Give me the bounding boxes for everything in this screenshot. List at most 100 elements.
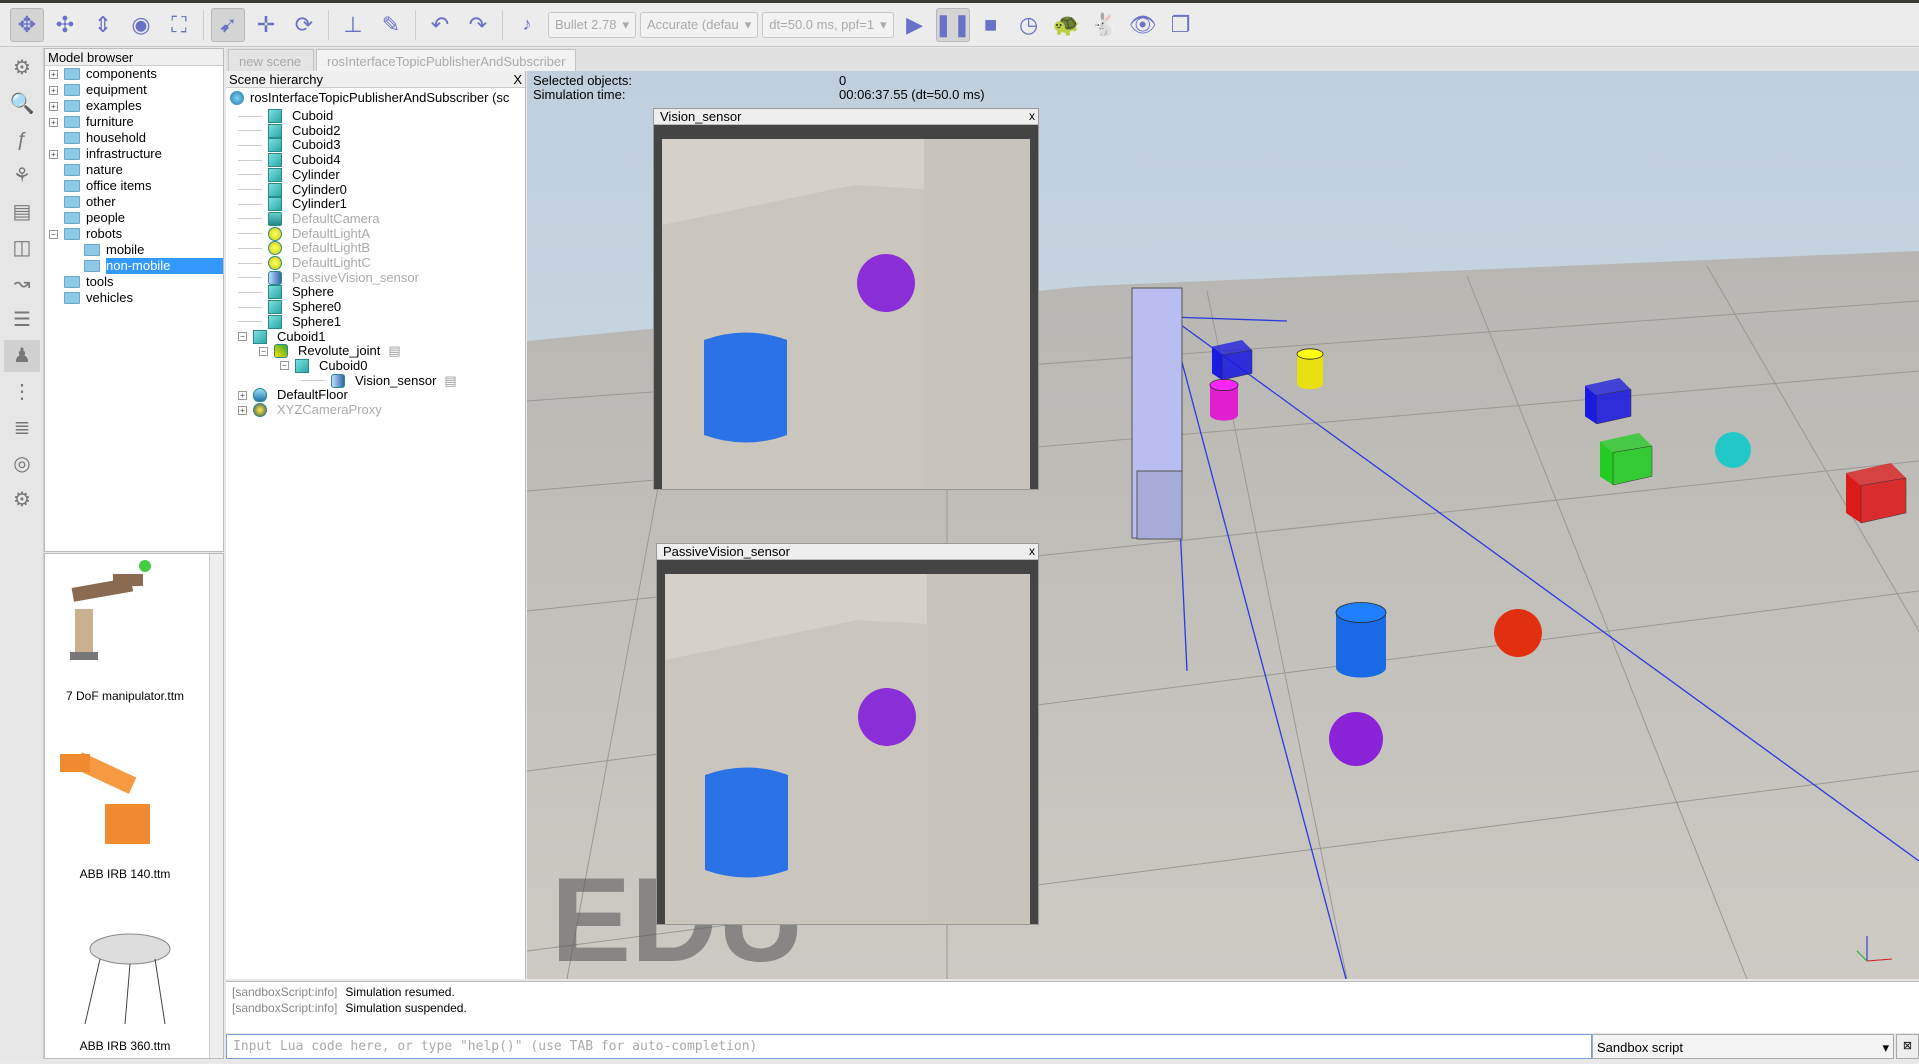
clear-console-button[interactable]: ⊠ <box>1896 1034 1919 1059</box>
camera-rotate-icon[interactable]: ✣ <box>48 8 82 42</box>
model-folder[interactable]: people <box>45 210 223 226</box>
user-settings-icon[interactable]: ⚙ <box>4 484 40 516</box>
fit-to-view-icon[interactable]: ⛶ <box>162 8 196 42</box>
blue-cylinder <box>705 767 788 878</box>
expander-icon[interactable]: + <box>238 405 247 415</box>
expander-icon[interactable]: + <box>238 390 247 400</box>
camera-shift-icon[interactable]: ⇕ <box>86 8 120 42</box>
script-select[interactable]: Sandbox script ▾ <box>1592 1034 1894 1059</box>
expander-icon[interactable]: − <box>238 332 247 341</box>
close-icon[interactable]: x <box>1029 544 1035 559</box>
shapes-icon[interactable]: ◫ <box>4 232 40 264</box>
model-folder[interactable]: + components <box>45 66 223 82</box>
blue-cylinder <box>1335 602 1387 678</box>
camera-angle-icon[interactable]: ◉ <box>124 8 158 42</box>
model-thumb-label: ABB IRB 360.ttm <box>79 1039 171 1053</box>
calculation-modules-icon[interactable]: ƒ <box>4 124 40 156</box>
accuracy-select[interactable]: Accurate (defau ▾ <box>639 11 759 38</box>
model-thumb-label: ABB IRB 140.ttm <box>79 867 171 881</box>
expander-icon[interactable]: − <box>49 229 58 239</box>
model-folder[interactable]: vehicles <box>45 290 223 306</box>
zoom-icon[interactable]: 🔍 <box>4 88 40 120</box>
collections-icon[interactable]: ⚘ <box>4 160 40 192</box>
model-folder[interactable]: + infrastructure <box>45 146 223 162</box>
close-icon[interactable]: X <box>513 71 522 88</box>
object-shift-icon[interactable]: ✛ <box>249 8 283 42</box>
passive-sensor-title-bar[interactable]: PassiveVision_sensor x <box>657 544 1038 560</box>
object-rotate-icon[interactable]: ⟳ <box>287 8 321 42</box>
undo-icon[interactable]: ↶ <box>423 8 457 42</box>
expander-icon[interactable]: − <box>259 346 268 356</box>
expander-icon[interactable]: + <box>49 69 58 79</box>
assemble-icon[interactable]: ⊥ <box>336 8 370 42</box>
model-folder[interactable]: mobile <box>45 242 223 258</box>
tab-new-scene[interactable]: new scene <box>228 49 314 71</box>
folder-label: people <box>86 210 126 225</box>
slower-icon[interactable]: 🐢 <box>1050 8 1084 42</box>
script-icon[interactable]: ▤ <box>388 342 400 360</box>
model-folder[interactable]: other <box>45 194 223 210</box>
sensor-pillar <box>1131 287 1183 540</box>
tab-ros-scene[interactable]: rosInterfaceTopicPublisherAndSubscriber <box>316 49 576 71</box>
scripts-icon[interactable]: ▤ <box>4 196 40 228</box>
stop-icon[interactable]: ■ <box>974 8 1008 42</box>
3d-viewport[interactable]: EDU Vision_sensorx PassiveVision_sensorx <box>527 71 1919 979</box>
faster-icon[interactable]: 🐇 <box>1088 8 1122 42</box>
expander-icon[interactable]: + <box>49 117 58 127</box>
model-folder[interactable]: nature <box>45 162 223 178</box>
timestep-select[interactable]: dt=50.0 ms, ppf=1 ▾ <box>762 11 894 38</box>
simulation-settings-icon[interactable]: ⚙ <box>4 52 40 84</box>
dynamics-toggle-icon[interactable]: ♪ <box>510 8 544 42</box>
model-folder[interactable]: household <box>45 130 223 146</box>
scene-root-label: rosInterfaceTopicPublisherAndSubscriber … <box>250 90 510 105</box>
click-select-icon[interactable]: ➹ <box>211 7 245 42</box>
redo-icon[interactable]: ↷ <box>461 8 495 42</box>
model-folder[interactable]: office items <box>45 178 223 194</box>
model-folder[interactable]: + equipment <box>45 82 223 98</box>
script-icon[interactable]: ▤ <box>444 372 456 390</box>
lua-command-input[interactable]: Input Lua code here, or type "help()" (u… <box>226 1034 1592 1059</box>
layers-icon[interactable]: ☰ <box>4 304 40 336</box>
engine-select[interactable]: Bullet 2.78 ▾ <box>548 11 636 38</box>
toolbar: ✥ ✣ ⇕ ◉ ⛶ ➹ ✛ ⟳ ⊥ ✎ ↶ ↷ ♪ Bullet 2.78 ▾ Accurate (defau… <box>0 3 1919 47</box>
console-message: Simulation resumed. <box>345 985 455 999</box>
tree-line <box>238 203 262 205</box>
model-folder[interactable]: + examples <box>45 98 223 114</box>
model-folder[interactable]: + furniture <box>45 114 223 130</box>
paths-icon[interactable]: ↝ <box>4 268 40 300</box>
scene-root[interactable]: rosInterfaceTopicPublisherAndSubscriber … <box>230 89 509 107</box>
layers-toggle-icon[interactable]: ≣ <box>4 412 40 444</box>
model-folder[interactable]: tools <box>45 274 223 290</box>
expander-icon[interactable]: + <box>49 149 58 159</box>
passive-vision-sensor-window[interactable]: PassiveVision_sensor x <box>656 543 1039 925</box>
folder-label: furniture <box>86 114 134 129</box>
thread-render-icon[interactable]: 👁 <box>1126 8 1160 42</box>
transfer-dna-icon[interactable]: ✎ <box>374 8 408 42</box>
expander-icon[interactable]: + <box>49 85 58 95</box>
folder-icon <box>84 260 100 272</box>
expander-icon[interactable]: + <box>49 101 58 111</box>
tree-line <box>238 291 262 293</box>
play-icon[interactable]: ▶ <box>898 8 932 42</box>
accuracy-value: Accurate (defau <box>646 16 739 32</box>
folder-label: vehicles <box>86 290 133 305</box>
model-browser-icon[interactable]: ♟ <box>4 340 40 372</box>
vision-sensor-title-bar[interactable]: Vision_sensor x <box>654 109 1038 125</box>
pause-icon[interactable]: ❚❚ <box>934 7 971 42</box>
model-thumb[interactable]: ABB IRB 140.ttm <box>45 734 205 914</box>
model-thumb[interactable]: ABB IRB 360.ttm <box>45 914 205 1064</box>
thumbnails-scrollbar[interactable] <box>209 554 223 1058</box>
scene-object[interactable]: + XYZCameraProxy <box>234 401 382 419</box>
model-folder[interactable]: non-mobile <box>45 258 223 274</box>
scene-hierarchy-icon[interactable]: ⋮ <box>4 376 40 408</box>
close-icon[interactable]: x <box>1029 109 1035 124</box>
vision-sensor-window[interactable]: Vision_sensor x <box>653 108 1039 490</box>
expander-icon[interactable]: − <box>280 361 289 371</box>
camera-pan-icon[interactable]: ✥ <box>10 7 44 42</box>
console-line: [sandboxScript:info] Simulation resumed. <box>232 984 1913 1000</box>
model-folder[interactable]: − robots <box>45 226 223 242</box>
scene-selector-icon[interactable]: ❐ <box>1164 8 1198 42</box>
realtime-icon[interactable]: ◷ <box>1012 8 1046 42</box>
video-recorder-icon[interactable]: ◎ <box>4 448 40 480</box>
model-thumb[interactable]: 7 DoF manipulator.ttm <box>45 554 205 734</box>
